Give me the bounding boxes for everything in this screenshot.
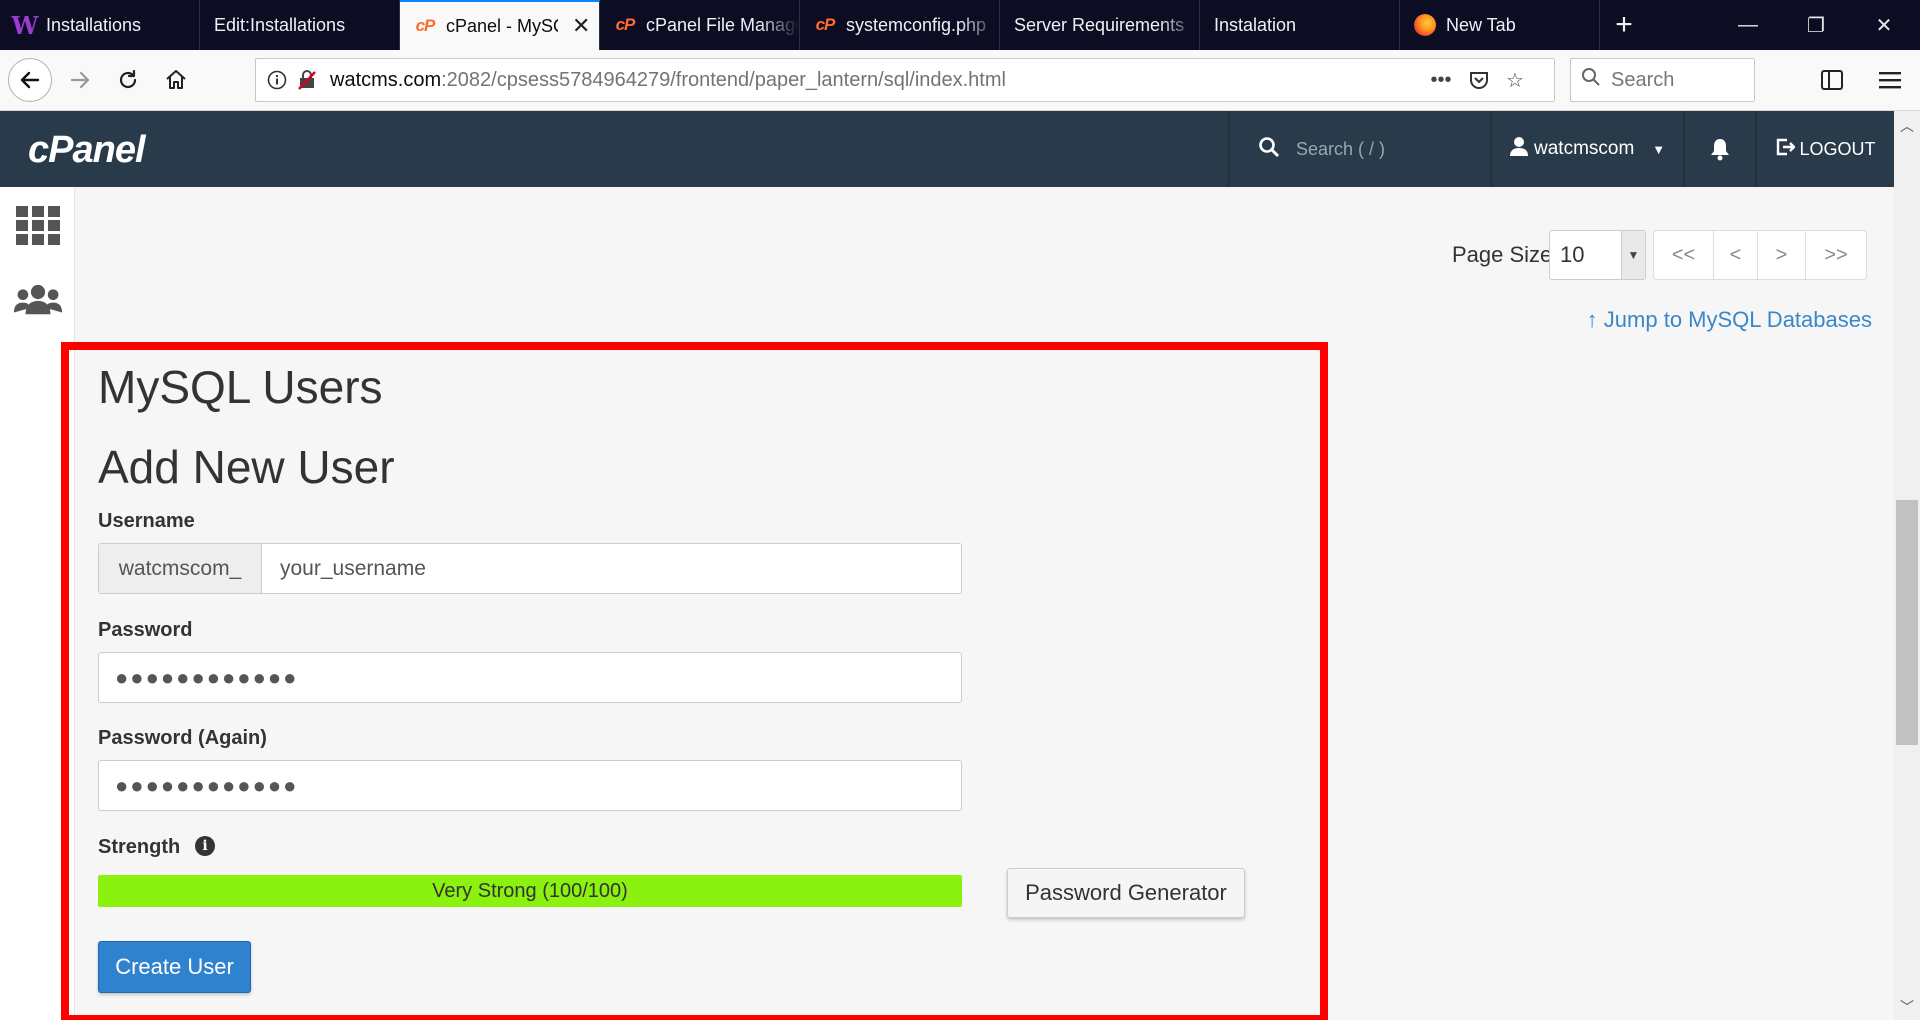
scrollbar-thumb[interactable] [1896, 500, 1918, 745]
tab-cpanel-mysql[interactable]: cP cPanel - MySQL ✕ [400, 0, 600, 50]
reload-icon[interactable] [108, 60, 148, 100]
new-tab-plus-icon[interactable]: + [1600, 0, 1648, 50]
tab-new-tab[interactable]: New Tab [1400, 0, 1600, 50]
browser-navigation-bar: watcms.com:2082/cpsess5784964279/fronten… [0, 50, 1920, 111]
page-actions-icon[interactable]: ••• [1426, 65, 1456, 95]
jump-to-databases-link[interactable]: ↑ Jump to MySQL Databases [1587, 307, 1872, 333]
previous-page-button[interactable]: < [1714, 231, 1758, 279]
forward-arrow-icon[interactable] [60, 60, 100, 100]
hamburger-menu-icon[interactable] [1870, 60, 1910, 100]
window-close-icon[interactable]: ✕ [1850, 0, 1918, 50]
apps-grid-icon[interactable] [14, 202, 62, 250]
users-group-icon[interactable] [14, 276, 62, 324]
cpanel-logo[interactable]: cPanel [28, 129, 146, 172]
search-icon [1581, 67, 1601, 93]
tab-instalation[interactable]: Instalation [1200, 0, 1400, 50]
cpanel-search-input[interactable]: Search ( / ) [1230, 111, 1490, 187]
search-icon [1258, 136, 1280, 163]
cpanel-icon: cP [615, 15, 636, 34]
page-size-select[interactable]: 10 ▼ [1549, 230, 1646, 280]
password-value: ●●●●●●●●●●●● [115, 664, 299, 690]
cpanel-search-placeholder: Search ( / ) [1296, 138, 1386, 159]
username-prefix: watcmscom_ [99, 544, 262, 593]
first-page-button[interactable]: << [1654, 231, 1714, 279]
cpanel-header: cPanel Search ( / ) watcmscom ▼ LOGOUT [0, 111, 1894, 187]
strength-meter-text: Very Strong (100/100) [432, 879, 628, 902]
url-bar[interactable]: watcms.com:2082/cpsess5784964279/fronten… [255, 58, 1555, 102]
scroll-up-arrow-icon[interactable]: ︿ [1894, 113, 1920, 139]
tab-label: Instalation [1214, 14, 1297, 35]
tab-server-requirements[interactable]: Server Requirements [1000, 0, 1200, 50]
sidebar-toggle-icon[interactable] [1812, 60, 1852, 100]
username-input[interactable]: your_username [262, 557, 426, 581]
search-placeholder: Search [1611, 68, 1675, 91]
browser-search-input[interactable]: Search [1570, 58, 1755, 102]
page-size-label: Page Size [1452, 242, 1553, 267]
notification-bell-icon[interactable] [1685, 111, 1755, 187]
restore-icon[interactable]: ❐ [1782, 0, 1850, 50]
password-strength-meter: Very Strong (100/100) [98, 875, 962, 907]
logout-button[interactable]: LOGOUT [1757, 111, 1894, 187]
user-menu[interactable]: watcmscom ▼ [1492, 111, 1682, 187]
password-label: Password [98, 619, 193, 641]
tab-cpanel-file-manager[interactable]: cP cPanel File Manager [600, 0, 800, 50]
bookmark-star-icon[interactable]: ☆ [1500, 65, 1530, 95]
jump-link-label: Jump to MySQL Databases [1603, 307, 1872, 332]
username-input-group: watcmscom_ your_username [98, 543, 962, 594]
tab-edit-installations[interactable]: Edit:Installations [200, 0, 400, 50]
username-label: Username [98, 510, 195, 532]
logout-label: LOGOUT [1799, 138, 1876, 159]
cpanel-icon: cP [815, 15, 836, 34]
cpanel-icon: cP [415, 16, 436, 35]
last-page-button[interactable]: >> [1806, 231, 1866, 279]
tab-installations[interactable]: W Installations [0, 0, 200, 50]
user-icon [1510, 136, 1528, 162]
page-size-value: 10 [1560, 242, 1585, 267]
wordpress-w-icon: W [11, 10, 39, 40]
pagination-controls: << < > >> [1653, 230, 1867, 280]
url-path: :2082/cpsess5784964279/frontend/paper_la… [441, 68, 1006, 91]
firefox-icon [1414, 14, 1436, 36]
url-host: watcms.com [330, 68, 442, 91]
tab-label: Installations [46, 14, 142, 35]
tab-label: Edit:Installations [214, 14, 346, 35]
password-again-value: ●●●●●●●●●●●● [115, 772, 299, 798]
home-icon[interactable] [156, 60, 196, 100]
username-label: watcmscom [1534, 138, 1635, 159]
info-circle-icon[interactable] [262, 65, 292, 95]
create-user-button[interactable]: Create User [98, 941, 251, 993]
close-tab-icon[interactable]: ✕ [572, 13, 590, 39]
back-arrow-icon[interactable] [8, 58, 52, 102]
caret-down-icon: ▼ [1652, 141, 1666, 157]
password-again-input[interactable]: ●●●●●●●●●●●● [98, 760, 962, 811]
password-generator-button[interactable]: Password Generator [1007, 868, 1245, 918]
tab-systemconfig[interactable]: cP systemconfig.php [800, 0, 1000, 50]
strength-label: Strength [98, 836, 181, 858]
tab-label: cPanel - MySQL [446, 15, 558, 36]
tab-label: New Tab [1446, 14, 1516, 35]
next-page-button[interactable]: > [1758, 231, 1806, 279]
scroll-down-arrow-icon[interactable]: ﹀ [1894, 994, 1920, 1020]
browser-tab-strip: W Installations Edit:Installations cP cP… [0, 0, 1920, 50]
password-again-label: Password (Again) [98, 727, 267, 749]
arrow-up-icon: ↑ [1586, 307, 1598, 332]
form-title: Add New User [98, 441, 395, 493]
chevron-down-icon: ▼ [1621, 231, 1645, 279]
insecure-connection-icon[interactable] [292, 65, 322, 95]
pocket-icon[interactable] [1464, 65, 1494, 95]
minimize-icon[interactable]: — [1714, 0, 1782, 50]
section-title: MySQL Users [98, 361, 383, 413]
info-icon[interactable]: i [195, 836, 215, 856]
url-text[interactable]: watcms.com:2082/cpsess5784964279/fronten… [330, 69, 1006, 92]
password-input[interactable]: ●●●●●●●●●●●● [98, 652, 962, 703]
logout-icon [1775, 137, 1797, 162]
